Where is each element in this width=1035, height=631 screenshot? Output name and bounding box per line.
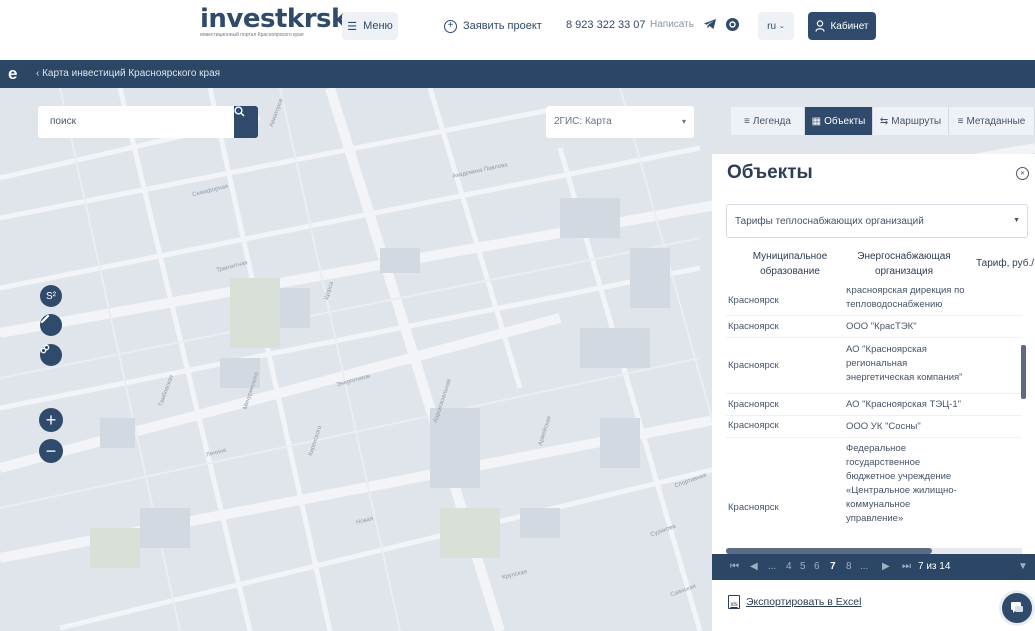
basemap-value: 2ГИС: Карта	[554, 116, 612, 127]
chat-button[interactable]	[999, 590, 1035, 626]
first-page-button[interactable]: ⏮	[730, 561, 739, 572]
ruler-icon	[40, 314, 50, 324]
list-icon: ≡	[957, 115, 964, 127]
municipality-cell: Красноярск	[728, 420, 779, 431]
search-button[interactable]	[234, 106, 258, 138]
whatsapp-icon[interactable]	[722, 14, 742, 34]
search-input[interactable]: поиск	[38, 106, 234, 138]
export-label: Экспортировать в Excel	[746, 596, 862, 608]
search-icon	[234, 106, 245, 117]
table-row[interactable]: Красноярск ООО "КрасТЭК"	[726, 316, 1022, 338]
municipality-cell: Красноярск	[728, 321, 779, 332]
measure-area-tool[interactable]: S²	[40, 285, 62, 307]
tab-routes[interactable]: ⇆ Маршруты	[873, 107, 949, 135]
menu-label: Меню	[363, 20, 393, 32]
page-ellipsis: ...	[860, 561, 869, 572]
page-summary: 7 из 14	[918, 561, 951, 572]
cabinet-button[interactable]: Кабинет	[808, 12, 876, 40]
column-header[interactable]: Тариф, руб./	[970, 256, 1035, 271]
organization-cell: ООО УК "Сосны"	[846, 421, 921, 432]
cabinet-label: Кабинет	[830, 20, 869, 32]
tab-objects[interactable]: ▦ Объекты	[805, 107, 873, 135]
tab-metadata-label: Метаданные	[966, 115, 1026, 127]
municipality-cell: Красноярск	[728, 360, 779, 371]
table-row[interactable]: Красноярск АО "Красноярская региональная…	[726, 338, 1022, 394]
site-header: investkrsk инвестиционный портал Красноя…	[0, 0, 1035, 60]
page-link[interactable]: 6	[814, 561, 820, 572]
list-icon: ≡	[744, 115, 750, 127]
prev-page-button[interactable]: ◀	[750, 561, 758, 572]
write-label: Написать	[650, 19, 694, 30]
organization-cell: Федеральное государственное бюджетное уч…	[846, 443, 957, 524]
propose-label: Заявить проект	[463, 20, 542, 32]
logo-subtitle: инвестиционный портал Красноярского края	[200, 32, 304, 38]
organization-cell: АО "Красноярская региональная энергетиче…	[846, 344, 963, 383]
menu-button[interactable]: ☰ Меню	[342, 12, 398, 40]
chat-icon	[1011, 602, 1023, 613]
user-icon	[815, 20, 826, 32]
tab-legend[interactable]: ≡ Легенда	[731, 107, 805, 135]
caret-down-icon: ▼	[1013, 217, 1020, 224]
page-link[interactable]: 8	[846, 561, 852, 572]
organization-cell: ООО "КрасТЭК"	[846, 321, 917, 332]
link-icon	[40, 344, 50, 354]
telegram-icon[interactable]	[700, 14, 720, 34]
breadcrumb-label: Карта инвестиций Красноярского края	[42, 68, 221, 79]
table-row[interactable]: Красноярск ООО УК "Сосны"	[726, 416, 1022, 438]
table-row[interactable]: Красноярск АО "Красноярская ТЭЦ-1"	[726, 394, 1022, 416]
organization-cell: АО "Красноярская ТЭЦ-1"	[846, 399, 961, 410]
page-link[interactable]: 5	[800, 561, 806, 572]
tab-metadata[interactable]: ≡ Метаданные	[949, 107, 1035, 135]
phone-link[interactable]: 8 923 322 33 07	[566, 19, 646, 31]
basemap-select[interactable]: 2ГИС: Карта ▾	[546, 106, 694, 138]
page-link[interactable]: 4	[786, 561, 792, 572]
next-page-button[interactable]: ▶	[882, 561, 890, 572]
vertical-scrollbar[interactable]	[1021, 345, 1026, 399]
export-excel-link[interactable]: xls Экспортировать в Excel	[728, 595, 861, 609]
export-area: xls Экспортировать в Excel	[712, 580, 1035, 631]
tab-objects-label: Объекты	[824, 115, 866, 127]
layer-select[interactable]: Тарифы теплоснабжающих организаций ▼	[726, 204, 1028, 238]
table-row[interactable]: Красноярск Федеральное государственное б…	[726, 438, 1022, 548]
language-label: ru	[767, 20, 777, 32]
breadcrumb[interactable]: ‹ Карта инвестиций Красноярского края	[36, 68, 220, 79]
logo-text: investkrsk	[200, 4, 348, 34]
portal-logo-icon[interactable]: e	[8, 64, 17, 84]
municipality-cell: Красноярск	[728, 502, 779, 513]
excel-file-icon: xls	[728, 595, 740, 609]
last-page-button[interactable]: ⏭	[902, 561, 911, 572]
zoom-in-button[interactable]: +	[39, 408, 63, 432]
propose-project-button[interactable]: + Заявить проект	[444, 12, 542, 40]
share-link-tool[interactable]	[40, 344, 62, 366]
zoom-out-button[interactable]: −	[39, 439, 63, 463]
page-ellipsis: ...	[768, 561, 777, 572]
table-icon: ▦	[811, 115, 822, 127]
tab-legend-label: Легенда	[752, 115, 791, 127]
language-select[interactable]: ru ⌄	[758, 12, 794, 40]
plus-circle-icon: +	[444, 19, 457, 33]
menu-icon: ☰	[347, 20, 358, 33]
layer-select-value: Тарифы теплоснабжающих организаций	[735, 216, 924, 227]
panel-title: Объекты	[727, 162, 813, 183]
route-icon: ⇆	[879, 115, 889, 127]
measure-distance-tool[interactable]	[40, 314, 62, 336]
table-header: Муниципальное образование Энергоснабжающ…	[726, 246, 1035, 286]
filter-icon[interactable]: ▼	[1018, 561, 1028, 572]
pagination-bar: ⏮ ◀ ... 4 5 6 7 8 ... ▶ ⏭ 7 из 14 ▼	[712, 554, 1035, 580]
organization-cell: Красноярская дирекция по тепловодоснабже…	[846, 288, 965, 310]
caret-down-icon: ▾	[681, 117, 686, 126]
side-panel-tabs: ≡ Легенда ▦ Объекты ⇆ Маршруты ≡ Метадан…	[731, 107, 1035, 135]
current-page[interactable]: 7	[830, 561, 836, 572]
map-title-bar: e ‹ Карта инвестиций Красноярского края	[0, 60, 1035, 88]
chevron-down-icon: ⌄	[779, 23, 785, 30]
municipality-cell: Красноярск	[728, 399, 779, 410]
table-row[interactable]: Красноярск Красноярская дирекция по тепл…	[726, 288, 1022, 316]
close-icon[interactable]: ✕	[1016, 167, 1029, 180]
column-header[interactable]: Энергоснабжающая организация	[854, 249, 954, 279]
tab-routes-label: Маршруты	[891, 115, 942, 127]
municipality-cell: Красноярск	[728, 295, 779, 306]
column-header[interactable]: Муниципальное образование	[744, 249, 836, 279]
area-icon: S²	[46, 290, 56, 302]
site-logo[interactable]: investkrsk инвестиционный портал Красноя…	[200, 4, 348, 38]
